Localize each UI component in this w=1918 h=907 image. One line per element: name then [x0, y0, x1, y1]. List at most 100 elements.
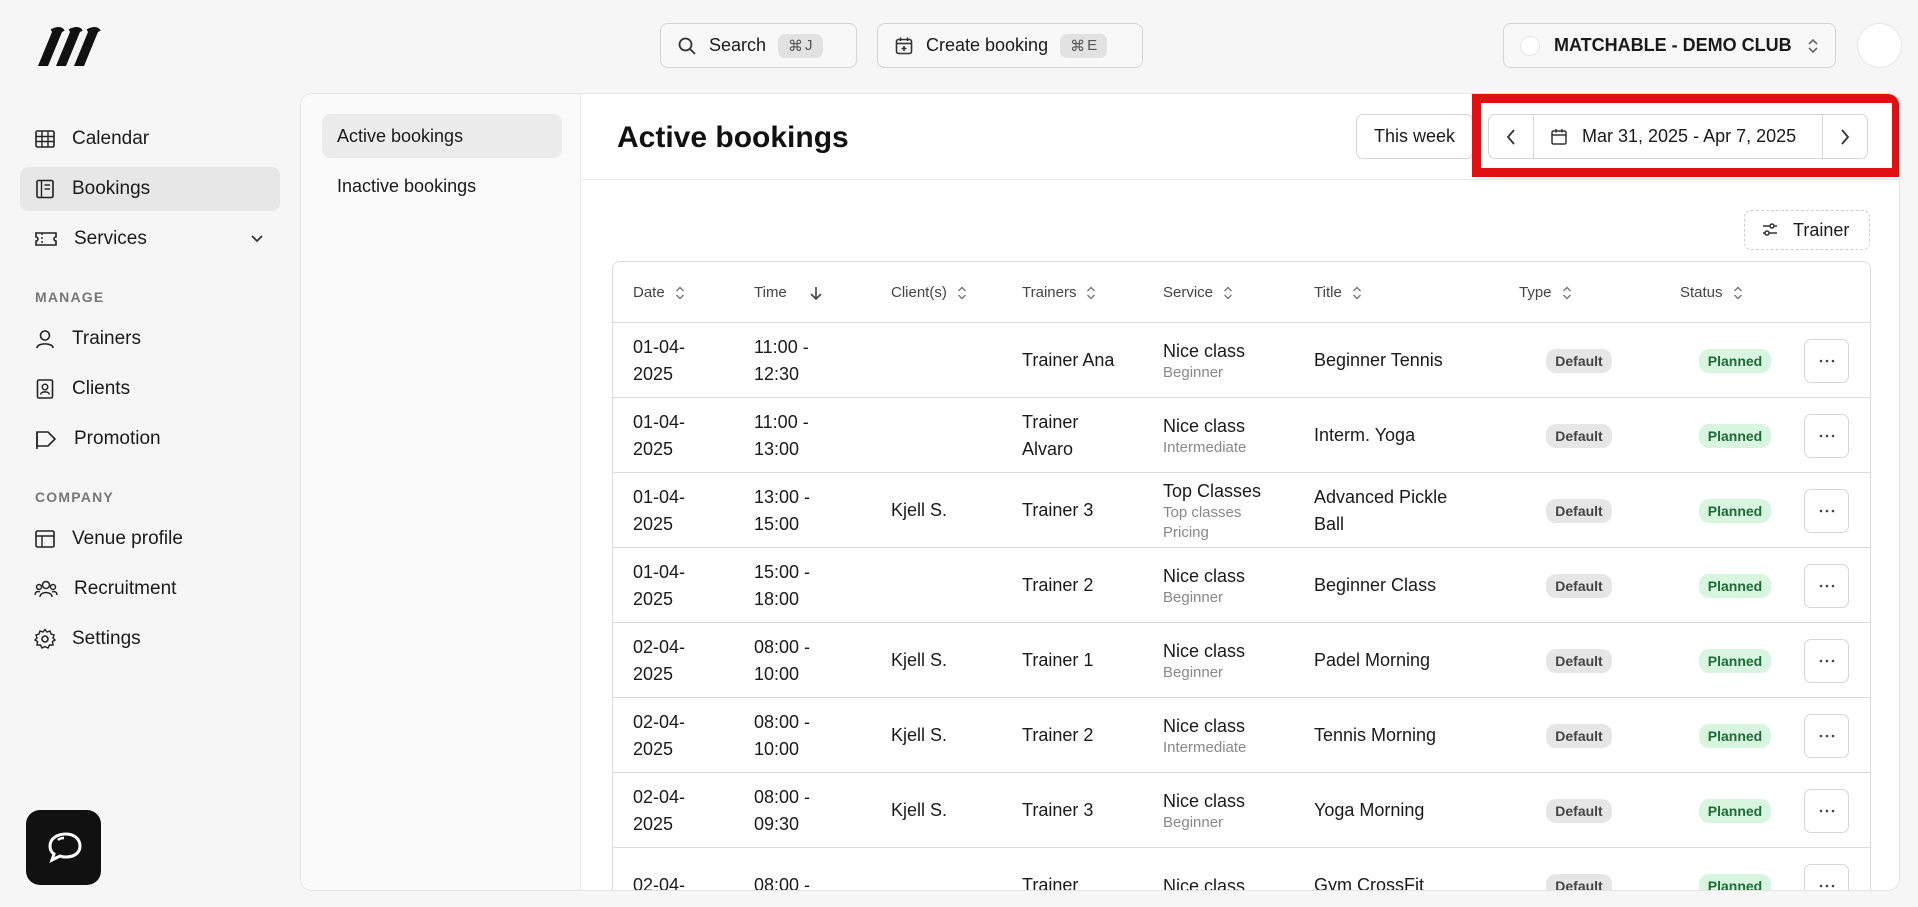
cell-client [891, 398, 1011, 473]
cell-service: Nice class Intermediate [1163, 398, 1303, 473]
sidebar-item-label: Calendar [72, 128, 150, 149]
chat-support-button[interactable] [26, 810, 101, 885]
subnav-item-inactive-bookings[interactable]: Inactive bookings [322, 164, 562, 208]
cell-type: Default [1519, 323, 1639, 398]
cell-service-text: Beginner [1163, 813, 1224, 831]
table-row[interactable]: 02-04- 2025 08:00 - 10:00 Kjell S. Trainer 2 N… [613, 698, 1870, 773]
table-row[interactable]: 02-04- 2025 08:00 - 09:30 Kjell S. Trainer 3 N… [613, 773, 1870, 848]
cell-date-text: 2025 [633, 813, 674, 834]
create-booking-button[interactable]: Create booking ⌘ E [877, 23, 1143, 68]
column-header-time[interactable]: Time [754, 262, 823, 323]
cell-time: 13:00 - 15:00 [754, 473, 874, 548]
table-row[interactable]: 01-04- 2025 13:00 - 15:00 Kjell S. Trainer 3 T… [613, 473, 1870, 548]
chat-bubbles-icon [44, 830, 84, 866]
sidebar-item-label: Settings [72, 628, 141, 649]
row-actions-button[interactable] [1804, 864, 1849, 890]
cell-trainer-text: Trainer 2 [1022, 575, 1094, 595]
cell-time-text: 15:00 [754, 513, 800, 534]
cell-trainer-text: Trainer [1022, 875, 1079, 891]
user-icon [34, 328, 56, 350]
table-row[interactable]: 02-04- 08:00 - Trainer Nice class Gym CrossF… [613, 848, 1870, 891]
cell-service-text: Beginner [1163, 363, 1224, 381]
row-actions-button[interactable] [1804, 639, 1849, 683]
cell-type: Default [1519, 848, 1639, 890]
table-row[interactable]: 02-04- 2025 08:00 - 10:00 Kjell S. Trainer 1 N… [613, 623, 1870, 698]
sidebar-item-promotion[interactable]: Promotion [20, 417, 280, 461]
cell-client-text: Kjell S. [891, 800, 948, 820]
sidebar-item-venue-profile[interactable]: Venue profile [20, 517, 280, 561]
cell-title: Padel Morning [1314, 623, 1504, 698]
chevron-down-icon[interactable] [250, 234, 264, 244]
subnav-item-active-bookings[interactable]: Active bookings [322, 114, 562, 158]
cell-type: Default [1519, 698, 1639, 773]
cell-service-text: Nice class [1163, 715, 1246, 736]
sidebar-item-recruitment[interactable]: Recruitment [20, 567, 280, 611]
type-badge: Default [1546, 423, 1612, 448]
trainer-filter-button[interactable]: Trainer [1744, 210, 1870, 250]
cell-trainer-text: Trainer 1 [1022, 650, 1094, 670]
cell-client-text: Kjell S. [891, 725, 948, 745]
row-actions-button[interactable] [1804, 414, 1849, 458]
cell-service-text: Intermediate [1163, 738, 1247, 756]
cell-service-text: Beginner [1163, 663, 1224, 681]
search-button[interactable]: Search ⌘ J [660, 23, 857, 68]
cell-service-text: Nice class [1163, 790, 1246, 811]
club-selector[interactable]: MATCHABLE - DEMO CLUB [1503, 23, 1836, 68]
sidebar-item-settings[interactable]: Settings [20, 617, 280, 661]
sort-icon [1223, 285, 1233, 301]
cell-title: Advanced Pickle Ball [1314, 473, 1504, 548]
ellipsis-icon [1819, 509, 1835, 513]
user-avatar[interactable] [1857, 23, 1902, 68]
trainer-filter-label: Trainer [1793, 219, 1850, 240]
row-actions-button[interactable] [1804, 789, 1849, 833]
cell-time-text: 10:00 [754, 663, 800, 684]
sidebar-item-label: Recruitment [74, 578, 177, 599]
column-header-clients[interactable]: Client(s) [891, 262, 967, 323]
cell-service: Nice class Beginner [1163, 623, 1303, 698]
column-header-service[interactable]: Service [1163, 262, 1233, 323]
matchable-logo[interactable] [34, 26, 106, 70]
cell-service: Nice class Beginner [1163, 773, 1303, 848]
cell-title-text: Tennis Morning [1314, 725, 1437, 745]
cell-date-text: 2025 [633, 588, 674, 609]
column-header-type[interactable]: Type [1519, 262, 1572, 323]
sidebar-item-clients[interactable]: Clients [20, 367, 280, 411]
row-actions-button[interactable] [1804, 564, 1849, 608]
cell-title-text: Yoga Morning [1314, 800, 1425, 820]
cell-date-text: 2025 [633, 738, 674, 759]
row-actions-button[interactable] [1804, 714, 1849, 758]
users-icon [34, 578, 58, 600]
sidebar-item-trainers[interactable]: Trainers [20, 317, 280, 361]
create-shortcut: ⌘ E [1060, 33, 1108, 58]
cell-trainer: Trainer Ana [1022, 323, 1152, 398]
table-row[interactable]: 01-04- 2025 11:00 - 12:30 Trainer Ana Nice cl… [613, 323, 1870, 398]
cell-time: 11:00 - 13:00 [754, 398, 874, 473]
status-badge: Planned [1698, 573, 1772, 598]
cell-service-text: Nice class [1163, 340, 1246, 361]
cell-date-text: 01-04- [633, 561, 686, 582]
column-header-title[interactable]: Title [1314, 262, 1362, 323]
table-row[interactable]: 01-04- 2025 11:00 - 13:00 Trainer Alvaro Nice … [613, 398, 1870, 473]
sidebar-item-calendar[interactable]: Calendar [20, 117, 280, 161]
column-header-status[interactable]: Status [1680, 262, 1743, 323]
column-header-date[interactable]: Date [633, 262, 685, 323]
sidebar-item-bookings[interactable]: Bookings [20, 167, 280, 211]
cell-service: Nice class Intermediate [1163, 698, 1303, 773]
cell-date-text: 01-04- [633, 336, 686, 357]
cell-date: 02-04- 2025 [633, 698, 743, 773]
cell-client [891, 548, 1011, 623]
column-header-trainers[interactable]: Trainers [1022, 262, 1096, 323]
table-row[interactable]: 01-04- 2025 15:00 - 18:00 Trainer 2 Nice clas… [613, 548, 1870, 623]
this-week-button[interactable]: This week [1356, 114, 1473, 159]
sidebar-item-services[interactable]: Services [20, 217, 280, 261]
column-header-label: Client(s) [891, 284, 947, 301]
section-label-manage: MANAGE [35, 289, 105, 305]
cell-service-text: Intermediate [1163, 438, 1247, 456]
row-actions-button[interactable] [1804, 489, 1849, 533]
cell-time-text: 08:00 - [754, 636, 811, 657]
cell-time-text: 15:00 - [754, 561, 811, 582]
row-actions-button[interactable] [1804, 339, 1849, 383]
cell-status: Planned [1680, 698, 1790, 773]
cell-service-text: Nice class [1163, 875, 1246, 891]
cell-trainer-text: Trainer 2 [1022, 725, 1094, 745]
